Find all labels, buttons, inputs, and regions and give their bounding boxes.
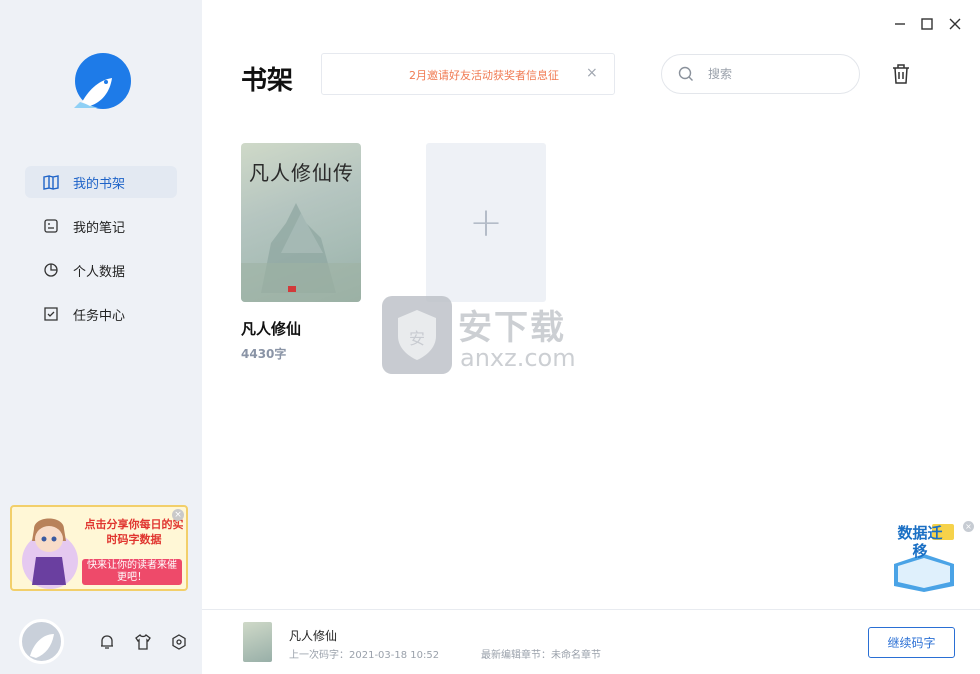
trash-icon[interactable]: [891, 63, 911, 85]
settings-icon[interactable]: [170, 633, 188, 651]
minimize-button[interactable]: [891, 15, 909, 33]
sidebar-item-label: 任务中心: [73, 308, 126, 324]
book-cover[interactable]: 凡人修仙传: [241, 143, 361, 302]
book-title[interactable]: 凡人修仙: [241, 318, 301, 339]
watermark-text: 安下载: [458, 308, 566, 348]
cover-title: 凡人修仙传: [249, 161, 354, 185]
announcement-banner[interactable]: 2月邀请好友活动获奖者信息征 ×: [321, 53, 615, 95]
pie-chart-icon: [42, 261, 60, 279]
bell-icon[interactable]: [98, 633, 116, 651]
note-icon: [42, 217, 60, 235]
sidebar-item-personal-data[interactable]: 个人数据: [25, 254, 177, 286]
last-typed-time: 上一次码字：2021-03-18 10:52: [289, 650, 440, 661]
promo-headline: 点击分享你每日的实时码字数据: [84, 518, 184, 546]
sidebar-item-label: 我的笔记: [73, 220, 126, 236]
recent-book-title: 凡人修仙: [289, 629, 338, 643]
bookshelf-icon: [42, 173, 60, 191]
close-icon[interactable]: ×: [586, 65, 598, 81]
avatar[interactable]: [19, 619, 64, 664]
maximize-button[interactable]: [918, 15, 936, 33]
close-icon[interactable]: ×: [963, 521, 974, 532]
sidebar-item-task-center[interactable]: 任务中心: [25, 298, 177, 330]
sidebar: 我的书架 我的笔记 个人数据 任务中心 点击分享你每日的实时码字数据 快来让你的…: [0, 0, 202, 674]
svg-text:安: 安: [409, 330, 425, 348]
data-migration-badge[interactable]: 数据迁移: [888, 520, 960, 592]
task-icon: [42, 305, 60, 323]
app-logo-icon: [72, 52, 132, 110]
search-icon: [678, 66, 694, 82]
book-word-count: 4430字: [241, 347, 287, 361]
promo-close-icon[interactable]: ×: [172, 509, 184, 521]
book-thumbnail: [243, 622, 272, 662]
sidebar-item-bookshelf[interactable]: 我的书架: [25, 166, 177, 198]
add-book-button[interactable]: +: [426, 143, 546, 302]
close-button[interactable]: [946, 15, 964, 33]
watermark-subtext: anxz.com: [460, 344, 576, 372]
banner-text[interactable]: 2月邀请好友活动获奖者信息征: [409, 67, 559, 83]
mascot-illustration: [22, 518, 78, 589]
watermark: 安 安下载 anxz.com: [382, 296, 602, 376]
plus-icon: +: [469, 199, 503, 246]
shield-icon: 安: [382, 296, 452, 374]
continue-writing-button[interactable]: 继续码字: [868, 627, 955, 658]
promo-subline: 快来让你的读者来催更吧！: [82, 559, 182, 585]
search-input[interactable]: [708, 67, 828, 81]
search-box[interactable]: [661, 54, 860, 94]
promo-banner[interactable]: 点击分享你每日的实时码字数据 快来让你的读者来催更吧！ ×: [10, 505, 188, 591]
sidebar-item-notes[interactable]: 我的笔记: [25, 210, 177, 242]
latest-chapter: 最新编辑章节：未命名章节: [481, 650, 601, 661]
page-title: 书架: [241, 66, 294, 96]
migration-label: 数据迁移: [897, 524, 943, 560]
sidebar-item-label: 个人数据: [73, 264, 126, 280]
shirt-icon[interactable]: [134, 633, 152, 651]
sidebar-item-label: 我的书架: [73, 176, 126, 192]
